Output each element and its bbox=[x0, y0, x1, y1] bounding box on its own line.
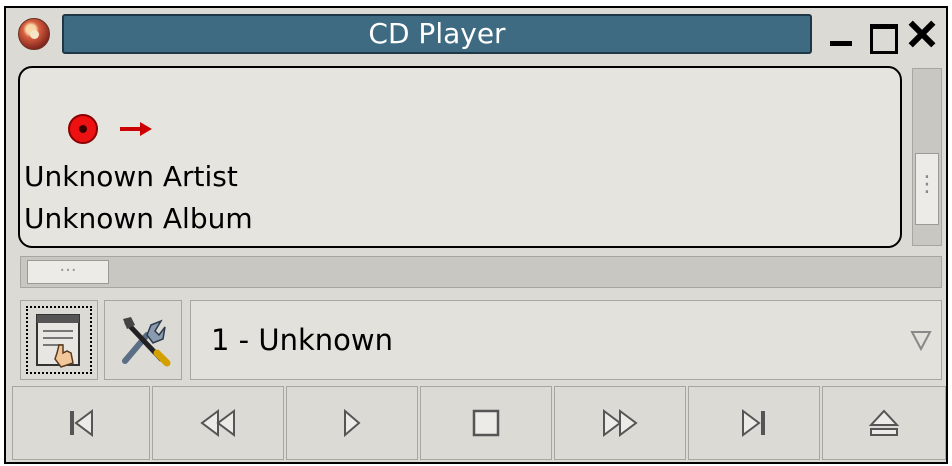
fast-forward-button[interactable] bbox=[554, 386, 686, 460]
previous-track-button[interactable] bbox=[12, 386, 150, 460]
stop-button[interactable] bbox=[420, 386, 552, 460]
cd-info-display: Unknown Artist Unknown Album bbox=[18, 66, 902, 248]
cd-track-icon bbox=[68, 114, 98, 144]
stop-icon bbox=[472, 409, 500, 437]
horizontal-scrollbar[interactable] bbox=[20, 256, 942, 288]
maximize-icon[interactable] bbox=[864, 16, 898, 54]
eject-button[interactable] bbox=[822, 386, 946, 460]
previous-track-icon bbox=[70, 409, 93, 437]
track-editor-icon bbox=[36, 314, 80, 368]
window-title: CD Player bbox=[62, 14, 812, 54]
rewind-icon bbox=[200, 409, 235, 437]
cd-player-window: CD Player Unknown Artist Unknown Album ⋮… bbox=[4, 6, 948, 464]
album-name: Unknown Album bbox=[24, 202, 253, 235]
preferences-tools-icon bbox=[122, 317, 171, 367]
minimize-icon[interactable] bbox=[824, 16, 858, 52]
preferences-button[interactable] bbox=[104, 300, 182, 380]
artist-name: Unknown Artist bbox=[24, 160, 238, 193]
track-selector-dropdown[interactable]: 1 - Unknown bbox=[190, 300, 942, 380]
track-selector-value: 1 - Unknown bbox=[211, 323, 393, 357]
track-editor-button[interactable] bbox=[20, 300, 98, 380]
horizontal-scrollbar-thumb[interactable] bbox=[27, 260, 109, 284]
rewind-button[interactable] bbox=[152, 386, 284, 460]
play-icon bbox=[344, 408, 361, 438]
next-track-icon bbox=[742, 409, 765, 437]
title-bar[interactable]: CD Player bbox=[6, 8, 946, 60]
play-button[interactable] bbox=[286, 386, 418, 460]
arrow-right-icon bbox=[120, 122, 152, 136]
vertical-scrollbar-thumb[interactable] bbox=[915, 153, 939, 225]
eject-icon bbox=[868, 409, 900, 436]
app-menu-icon[interactable] bbox=[18, 18, 50, 50]
dropdown-triangle-icon bbox=[910, 331, 932, 351]
vertical-scrollbar[interactable] bbox=[912, 68, 942, 246]
next-track-button[interactable] bbox=[688, 386, 820, 460]
fast-forward-icon bbox=[603, 409, 638, 437]
close-icon[interactable] bbox=[904, 16, 938, 52]
